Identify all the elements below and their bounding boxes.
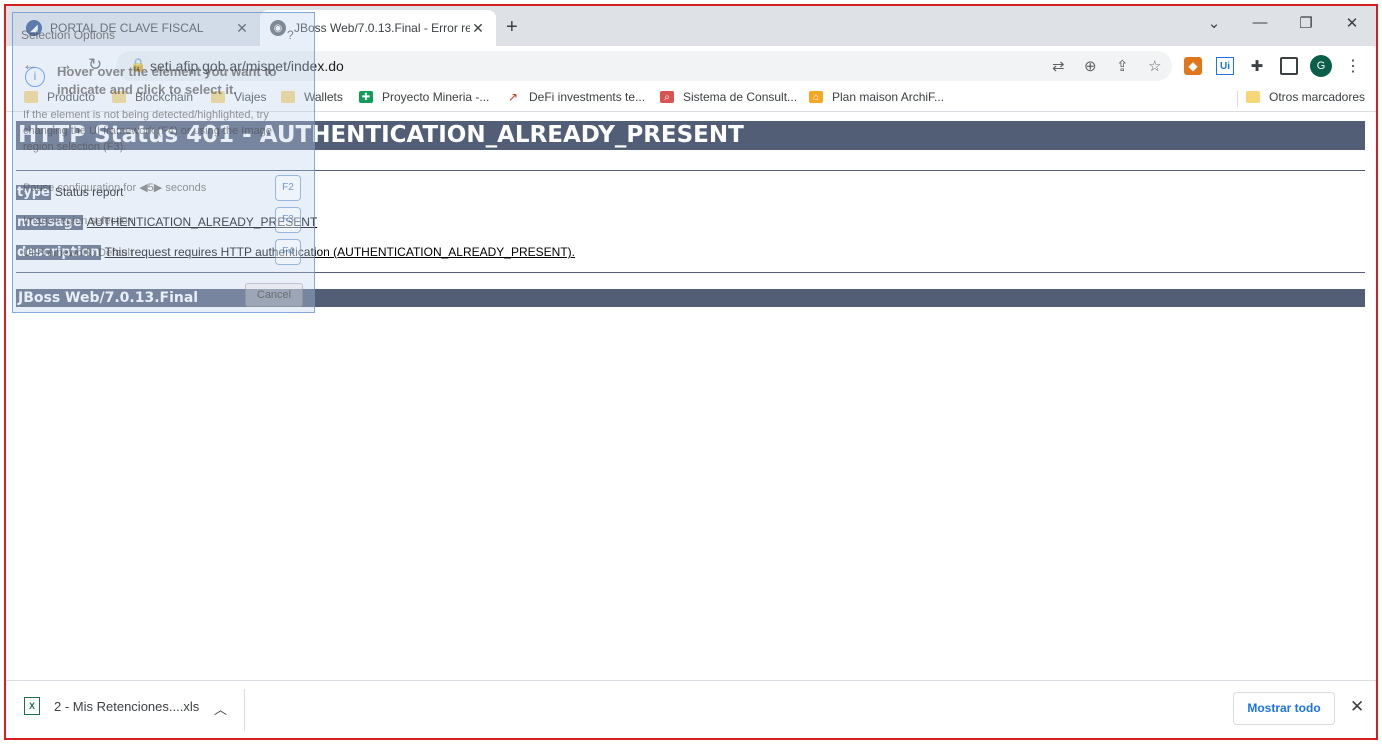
bookmark-label: Sistema de Consult... bbox=[683, 90, 798, 104]
folder-icon bbox=[1246, 91, 1260, 103]
zoom-icon[interactable]: ⊕ bbox=[1084, 57, 1097, 75]
house-icon: ⌂ bbox=[809, 91, 823, 103]
download-shelf: X 2 - Mis Retenciones....xls ︿ Mostrar t… bbox=[6, 680, 1376, 738]
pause-suffix: seconds bbox=[165, 182, 207, 194]
other-bookmarks-folder[interactable]: Otros marcadores bbox=[1246, 90, 1365, 104]
framework-row: UI Framework: Default bbox=[23, 247, 134, 259]
translate-icon[interactable]: ⇄ bbox=[1052, 57, 1065, 75]
sheets-icon: ✚ bbox=[359, 91, 373, 103]
close-window-button[interactable]: ✕ bbox=[1342, 14, 1362, 32]
download-item[interactable]: X 2 - Mis Retenciones....xls bbox=[24, 697, 199, 715]
share-icon[interactable]: ⇪ bbox=[1116, 57, 1129, 75]
cancel-button[interactable]: Cancel bbox=[245, 283, 303, 307]
pause-row: Pause configuration for ◀5▶ seconds bbox=[23, 181, 206, 194]
bookmark-label: Plan maison ArchiF... bbox=[832, 90, 945, 104]
divider bbox=[244, 689, 245, 731]
new-tab-button[interactable]: + bbox=[506, 16, 518, 39]
bookmark-proyecto-mineria[interactable]: ✚ Proyecto Mineria -... bbox=[359, 90, 489, 104]
bookmark-plan-maison[interactable]: ⌂ Plan maison ArchiF... bbox=[809, 90, 944, 104]
bookmark-sistema-consulta[interactable]: ⌕ Sistema de Consult... bbox=[660, 90, 797, 104]
metamask-icon[interactable]: ◆ bbox=[1184, 57, 1202, 75]
show-all-button[interactable]: Mostrar todo bbox=[1233, 692, 1335, 725]
profile-avatar[interactable]: G bbox=[1310, 55, 1332, 77]
increase-arrow-icon[interactable]: ▶ bbox=[154, 182, 166, 194]
overlay-instruction: Hover over the element you want to indic… bbox=[57, 64, 277, 97]
overlay-title: Selection Options bbox=[21, 28, 116, 42]
bookmark-label: Otros marcadores bbox=[1269, 90, 1366, 104]
bookmark-defi-investments[interactable]: ↗ DeFi investments te... bbox=[506, 90, 645, 104]
selection-options-overlay[interactable]: Selection Options ? i Hover over the ele… bbox=[12, 12, 315, 313]
excel-file-icon: X bbox=[24, 697, 40, 715]
tab-search-chevron-icon[interactable]: ⌄ bbox=[1204, 14, 1224, 32]
minimize-button[interactable]: — bbox=[1250, 14, 1270, 31]
uipath-icon[interactable]: Ui bbox=[1216, 57, 1234, 75]
search-document-icon: ⌕ bbox=[660, 91, 674, 103]
tab-title: JBoss Web/7.0.13.Final - Error rep bbox=[294, 21, 470, 35]
close-tab-icon[interactable]: ✕ bbox=[470, 20, 486, 37]
bookmarks-divider bbox=[1237, 91, 1238, 107]
overlay-hint: If the element is not being detected/hig… bbox=[23, 109, 272, 153]
browser-window: ◢ PORTAL DE CLAVE FISCAL ✕ ◉ JBoss Web/7… bbox=[4, 4, 1378, 740]
side-panel-icon[interactable] bbox=[1280, 57, 1298, 75]
info-icon: i bbox=[25, 67, 45, 87]
help-icon[interactable]: ? bbox=[287, 28, 294, 42]
pause-prefix: Pause configuration for bbox=[23, 182, 137, 194]
close-icon[interactable]: ✕ bbox=[1350, 697, 1364, 717]
pause-key-button[interactable]: F2 bbox=[275, 175, 301, 201]
framework-key-button[interactable]: F4 bbox=[275, 239, 301, 265]
region-key-button[interactable]: F3 bbox=[275, 207, 301, 233]
restore-button[interactable]: ❐ bbox=[1296, 14, 1316, 32]
bookmark-label: Proyecto Mineria -... bbox=[382, 90, 490, 104]
decrease-arrow-icon[interactable]: ◀ bbox=[139, 182, 147, 194]
chart-trend-icon: ↗ bbox=[506, 90, 520, 104]
region-row: Image region selection bbox=[23, 215, 134, 227]
chevron-up-icon[interactable]: ︿ bbox=[214, 699, 227, 718]
extensions-puzzle-icon[interactable]: ✚ bbox=[1248, 57, 1266, 75]
bookmark-label: DeFi investments te... bbox=[529, 90, 646, 104]
download-filename[interactable]: 2 - Mis Retenciones....xls bbox=[54, 699, 199, 714]
bookmark-star-icon[interactable]: ☆ bbox=[1148, 57, 1161, 75]
menu-kebab-icon[interactable]: ⋮ bbox=[1344, 57, 1362, 75]
